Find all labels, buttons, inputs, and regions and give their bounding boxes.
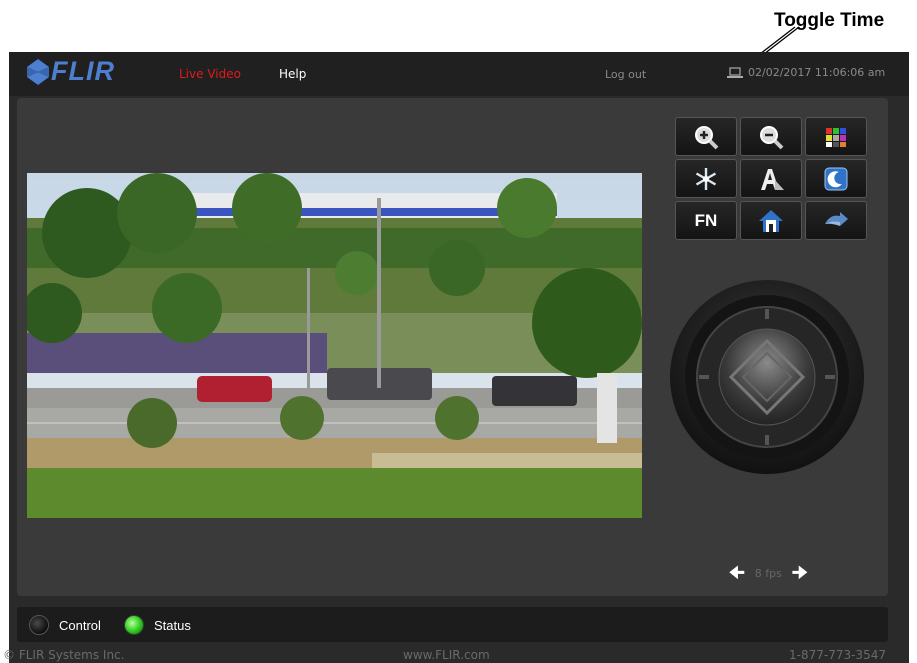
toggle-time-button[interactable]: 02/02/2017 11:06:06 am	[727, 66, 885, 79]
zoom-in-button[interactable]	[675, 117, 737, 156]
flir-diamond-icon	[27, 58, 49, 85]
status-bar: Control Status	[17, 607, 888, 642]
nav-help[interactable]: Help	[279, 67, 306, 81]
top-bar: FLIR Live Video Help Log out 02/02/2017 …	[9, 52, 909, 96]
footer-website-link[interactable]: www.FLIR.com	[403, 648, 490, 662]
swap-camera-button[interactable]	[805, 201, 867, 240]
auto-focus-button[interactable]	[740, 159, 802, 198]
status-led	[124, 615, 144, 635]
home-button[interactable]	[740, 201, 802, 240]
night-mode-button[interactable]	[805, 159, 867, 198]
color-palette-button[interactable]	[805, 117, 867, 156]
logo-text: FLIR	[51, 56, 115, 86]
ptz-joystick-icon	[670, 280, 864, 474]
camera-web-app: FLIR Live Video Help Log out 02/02/2017 …	[3, 52, 909, 663]
flir-logo: FLIR	[27, 56, 115, 87]
datetime-text: 02/02/2017 11:06:06 am	[748, 66, 886, 79]
fps-label: 8 fps	[754, 567, 782, 580]
camera-scene	[27, 173, 642, 518]
zoom-out-button[interactable]	[740, 117, 802, 156]
fps-decrease-arrow-icon[interactable]: 🠈	[729, 565, 745, 582]
status-label: Status	[154, 618, 191, 633]
fn-label: FN	[694, 210, 718, 230]
fps-increase-arrow-icon[interactable]: 🠊	[792, 565, 808, 582]
frame-rate-control: 🠈 8 fps 🠊	[729, 565, 808, 582]
logout-link[interactable]: Log out	[605, 68, 646, 81]
control-label: Control	[59, 618, 101, 633]
function-button[interactable]: FN	[675, 201, 737, 240]
home-icon	[759, 209, 783, 232]
nav-live-video[interactable]: Live Video	[179, 67, 241, 81]
snowflake-button[interactable]	[675, 159, 737, 198]
control-led	[29, 615, 49, 635]
zoom-in-icon	[695, 125, 719, 149]
night-mode-icon	[824, 167, 848, 190]
footer-copyright: © FLIR Systems Inc.	[3, 648, 125, 662]
color-palette-icon	[826, 127, 846, 147]
ptz-joystick[interactable]	[669, 279, 865, 479]
auto-focus-icon	[761, 168, 784, 190]
snowflake-icon	[695, 167, 717, 190]
laptop-icon	[727, 66, 743, 78]
footer-phone: 1-877-773-3547	[789, 648, 886, 662]
zoom-out-icon	[760, 125, 784, 149]
main-panel: FN 🠈 8 fps 🠊	[17, 98, 888, 596]
camera-control-buttons: FN	[675, 117, 867, 240]
swap-camera-icon	[825, 211, 848, 226]
live-video-feed[interactable]	[27, 173, 642, 518]
